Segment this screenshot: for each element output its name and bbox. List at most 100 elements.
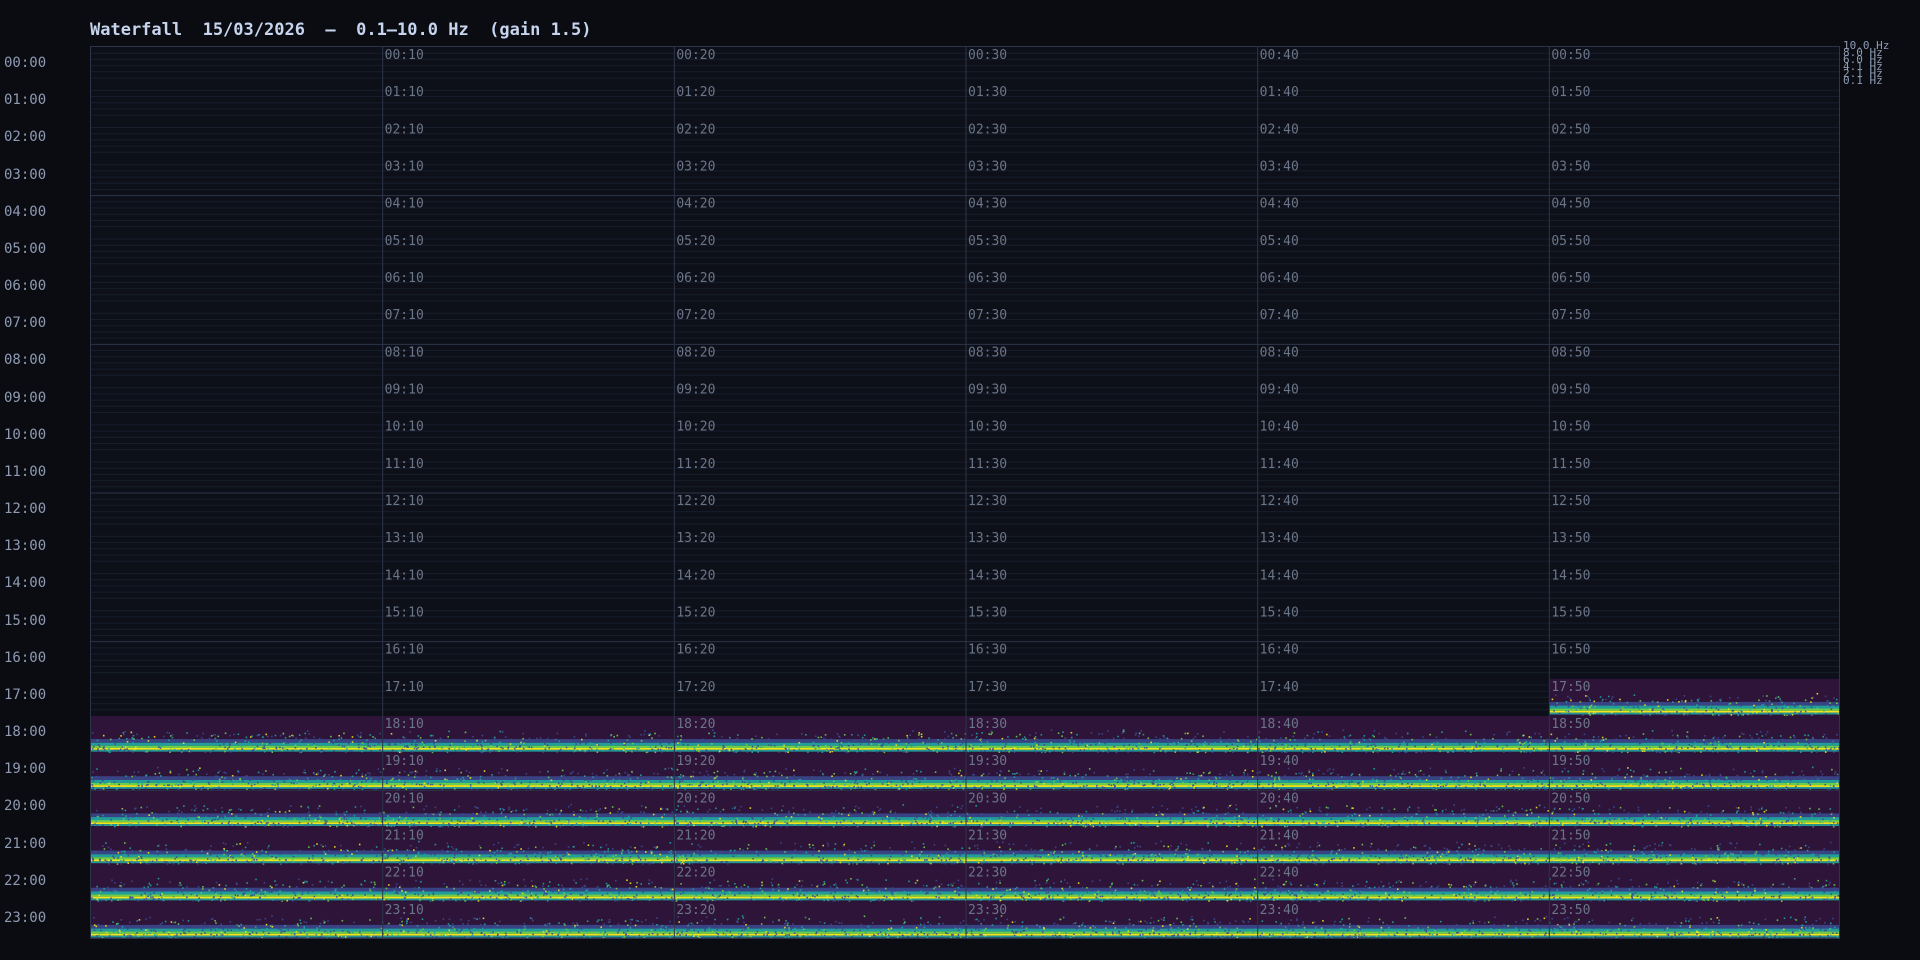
spectral-point [824,744,827,747]
spectral-point [762,819,764,821]
spectral-point [942,746,944,749]
spectral-point [339,779,342,781]
spectral-point [372,779,375,782]
spectral-point [1751,811,1754,814]
spectral-point [1111,809,1113,812]
spectral-point [390,784,393,787]
spectral-point [1833,746,1836,749]
spectral-point [249,779,251,781]
spectral-point [1534,784,1536,787]
spectral-point [330,818,333,820]
spectral-point [712,780,714,783]
spectral-point [887,737,889,739]
spectral-point [668,818,671,821]
spectral-point [1043,744,1046,746]
spectral-point [590,779,593,781]
spectral-point [1228,738,1231,741]
spectral-point [346,821,349,823]
spectral-point [1300,773,1302,775]
spectral-point [1309,810,1312,813]
spectral-point [1543,785,1546,788]
spectral-point [171,733,174,736]
spectral-point [351,775,354,778]
spectral-point [1404,773,1406,775]
spectral-point [1588,817,1591,820]
spectral-point [1479,784,1481,786]
spectral-point [936,814,939,817]
spectral-point [1661,742,1664,745]
spectral-point [421,741,424,744]
spectral-point [793,784,795,787]
spectral-point [136,812,138,815]
spectral-point [527,786,529,788]
spectral-point [178,813,181,815]
spectral-point [1278,778,1281,781]
spectral-point [176,812,179,815]
spectral-point [1811,779,1813,782]
spectral-point [284,811,287,814]
spectral-point [784,783,786,785]
spectral-point [939,740,942,743]
spectral-point [1730,714,1733,716]
spectral-point [135,746,137,749]
spectral-point [812,824,815,827]
spectral-point [1681,700,1683,702]
spectral-point [1440,777,1443,780]
spectral-point [1106,746,1109,749]
spectral-point [1794,777,1796,780]
spectral-point [1599,696,1602,698]
spectral-point [755,771,757,774]
spectral-point [224,732,227,735]
spectral-point [1236,821,1239,823]
spectral-point [748,781,751,784]
spectral-point [1272,820,1275,823]
spectral-point [1583,733,1586,736]
spectral-point [838,746,840,749]
spectral-point [1381,814,1383,817]
spectral-point [307,743,309,746]
spectral-point [792,817,795,819]
spectral-point [108,782,111,785]
spectral-point [1710,702,1713,705]
spectral-point [1632,782,1635,785]
spectral-point [499,824,502,827]
spectral-point [710,824,713,826]
spectral-point [453,748,456,750]
spectral-point [387,823,390,825]
spectral-point [1034,736,1037,738]
spectral-point [644,730,646,732]
spectral-point [95,775,98,778]
spectral-point [1821,773,1824,776]
spectral-point [1362,780,1364,783]
spectral-point [1577,704,1580,707]
spectral-point [1626,701,1629,704]
spectral-point [1393,816,1395,818]
spectral-point [900,771,903,774]
spectral-point [318,737,321,740]
spectral-point [1828,749,1830,752]
spectral-point [1261,825,1263,828]
spectral-point [1401,736,1404,738]
spectral-point [820,817,823,820]
spectral-point [651,748,653,751]
spectral-point [549,813,551,816]
spectral-point [1247,816,1250,819]
spectral-point [1561,770,1564,773]
spectral-point [1167,740,1170,743]
spectral-point [1345,748,1347,750]
spectral-point [450,819,453,822]
spectral-point [770,741,773,744]
spectral-band [1549,708,1839,711]
spectral-point [742,775,744,778]
spectral-point [1124,748,1127,751]
spectral-point [407,749,410,752]
spectral-point [373,788,375,790]
spectral-point [1829,820,1832,823]
spectral-point [203,744,206,746]
hour-axis: 00:00 01:00 02:00 03:00 04:00 05:00 06:00 07:00… [0,0,90,960]
spectral-point [1169,817,1172,820]
spectral-point [1604,784,1607,787]
spectral-point [456,819,459,822]
spectral-point [1475,825,1478,827]
spectral-point [284,736,287,739]
